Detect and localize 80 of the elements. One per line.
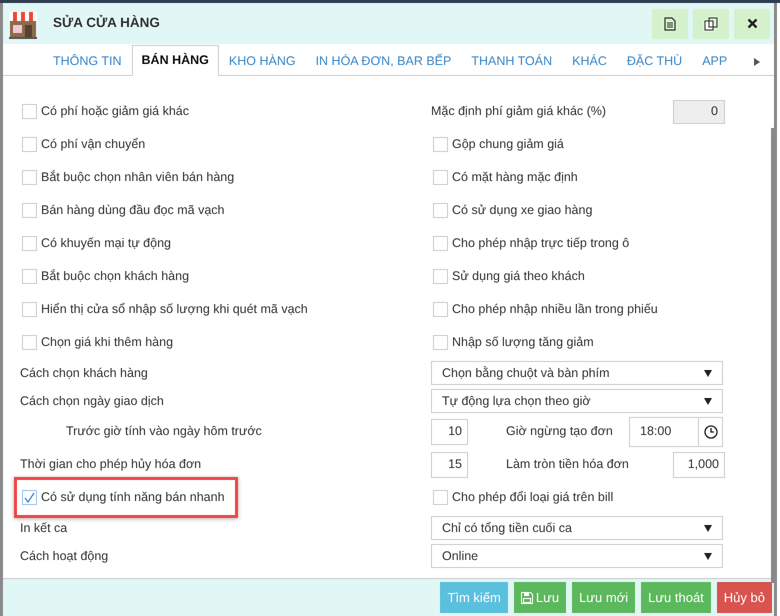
checkbox[interactable]	[22, 302, 37, 317]
checkbox[interactable]	[22, 236, 37, 251]
checkbox[interactable]	[22, 104, 37, 119]
tab[interactable]: KHO HÀNG	[218, 45, 306, 76]
search-button[interactable]: Tìm kiếm	[440, 582, 508, 613]
checkbox[interactable]	[22, 490, 37, 505]
checkbox-label: Bắt buộc chọn khách hàng	[41, 268, 190, 286]
checkbox[interactable]	[433, 490, 448, 505]
dropdown[interactable]: Tự động lựa chọn theo giờ	[431, 389, 723, 413]
checkbox-label: Cho phép đổi loại giá trên bill	[452, 489, 614, 506]
save-button[interactable]: Lưu	[514, 582, 566, 613]
copy-button[interactable]	[693, 8, 729, 38]
field-label: Cách chọn ngày giao dịch	[20, 392, 164, 410]
scrollbar[interactable]	[771, 128, 774, 583]
checkbox-label: Bán hàng dùng đầu đọc mã vạch	[41, 202, 224, 220]
copy-icon	[704, 16, 718, 30]
checkbox-label: Gộp chung giảm giá	[452, 136, 564, 154]
tab[interactable]: APP	[692, 45, 738, 76]
checkbox[interactable]	[433, 236, 448, 251]
field-label: Mặc định phí giảm giá khác (%)	[431, 103, 606, 120]
checkbox-label: Có phí hoặc giảm giá khác	[41, 103, 190, 120]
cancel-button[interactable]: Hủy bỏ	[716, 582, 772, 613]
field-label: Cách chọn khách hàng	[20, 364, 148, 382]
field-label: Thời gian cho phép hủy hóa đơn	[20, 456, 202, 474]
caret-icon	[704, 398, 712, 404]
clock-icon[interactable]	[699, 416, 723, 446]
checkbox-label: Có sử dụng tính năng bán nhanh	[41, 489, 225, 506]
tab[interactable]: THANH TOÁN	[461, 45, 562, 76]
checkbox-label: Bắt buộc chọn nhân viên bán hàng	[41, 169, 234, 186]
checkbox[interactable]	[433, 302, 448, 317]
field-label: In kết ca	[20, 520, 68, 537]
checkbox[interactable]	[433, 170, 448, 185]
dropdown[interactable]: Online	[431, 544, 723, 568]
checkbox[interactable]	[22, 170, 37, 185]
tab[interactable]: IN HÓA ĐƠN, BAR BẾP	[306, 45, 462, 76]
checkbox-label: Có sử dụng xe giao hàng	[452, 202, 592, 220]
scroll-right-icon[interactable]	[754, 58, 760, 66]
close-button[interactable]	[734, 8, 770, 38]
checkbox-label: Sử dụng giá theo khách	[452, 268, 585, 286]
document-icon	[664, 16, 676, 30]
document-button[interactable]	[652, 8, 688, 38]
save-button[interactable]: Lưu thoát	[641, 582, 711, 613]
checkbox[interactable]	[433, 203, 448, 218]
floppy-icon	[520, 592, 533, 604]
checkbox-label: Cho phép nhập trực tiếp trong ô	[452, 235, 630, 252]
time-field[interactable]: 18:00	[629, 416, 699, 446]
dropdown[interactable]: Chỉ có tổng tiền cuối ca	[431, 516, 723, 540]
tab[interactable]: THÔNG TIN	[43, 45, 132, 76]
tab[interactable]: ĐẶC THÙ	[616, 45, 692, 76]
checkbox[interactable]	[22, 137, 37, 152]
number-field[interactable]: 0	[673, 100, 725, 124]
checkbox[interactable]	[433, 269, 448, 284]
checkbox[interactable]	[433, 335, 448, 350]
number-field[interactable]: 15	[431, 452, 468, 478]
checkbox-label: Chọn giá khi thêm hàng	[41, 334, 174, 352]
checkbox[interactable]	[22, 335, 37, 350]
number-field[interactable]: 1,000	[673, 452, 725, 478]
checkbox[interactable]	[433, 137, 448, 152]
checkbox[interactable]	[22, 203, 37, 218]
checkbox[interactable]	[22, 269, 37, 284]
tab[interactable]: BÁN HÀNG	[132, 45, 219, 76]
tab[interactable]: KHÁC	[562, 45, 617, 76]
checkbox-label: Có phí vận chuyển	[41, 136, 146, 154]
window-title: SỬA CỬA HÀNG	[53, 14, 160, 32]
caret-icon	[704, 370, 712, 376]
checkbox-label: Hiển thị cửa sổ nhập số lượng khi quét mã vạch	[41, 301, 308, 318]
field-label: Trước giờ tính vào ngày hôm trước	[66, 423, 262, 440]
checkbox-label: Có khuyến mại tự động	[41, 235, 171, 252]
checkbox-label: Có mặt hàng mặc định	[452, 169, 578, 186]
caret-icon	[704, 524, 712, 532]
number-field[interactable]: 10	[431, 418, 468, 444]
caret-icon	[704, 552, 712, 560]
field-label: Cách hoạt động	[20, 548, 108, 565]
checkbox-label: Cho phép nhập nhiều lần trong phiếu	[452, 301, 658, 318]
close-icon	[746, 18, 758, 29]
dropdown[interactable]: Chọn bằng chuột và bàn phím	[431, 361, 723, 385]
field-label: Làm tròn tiền hóa đơn	[506, 456, 629, 474]
checkbox-label: Nhập số lượng tăng giảm	[452, 334, 594, 352]
field-label: Giờ ngừng tạo đơn	[506, 423, 613, 440]
save-button[interactable]: Lưu mới	[572, 582, 636, 613]
